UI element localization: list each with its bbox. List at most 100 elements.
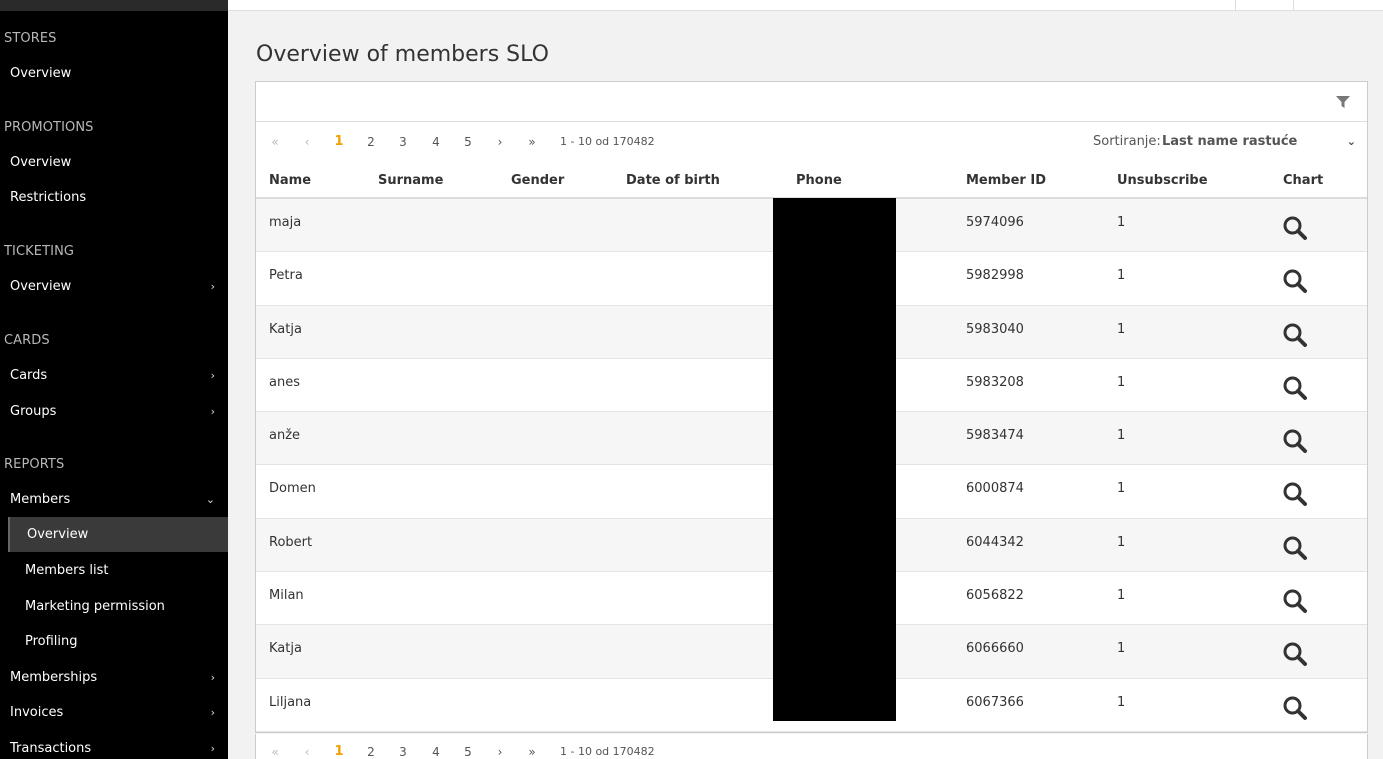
section-heading-cards: CARDS bbox=[4, 333, 50, 348]
pagination-bottom: « ‹ 1 2 3 4 5 › » 1 - 10 od 170482 bbox=[255, 734, 1368, 759]
cell-member-id: 5983040 bbox=[966, 321, 1024, 337]
search-icon[interactable] bbox=[1282, 268, 1308, 294]
sidebar-item-label: Groups bbox=[10, 404, 57, 419]
sidebar-item-stores-overview[interactable]: Overview bbox=[0, 56, 228, 91]
next-page-button[interactable]: › bbox=[490, 122, 510, 162]
last-page-button[interactable]: » bbox=[522, 122, 542, 162]
next-page-button[interactable]: › bbox=[490, 732, 510, 759]
chevron-down-icon: ⌄ bbox=[205, 493, 215, 506]
page-1-button[interactable]: 1 bbox=[329, 122, 349, 162]
sidebar-item-profiling[interactable]: Profiling bbox=[0, 624, 228, 659]
cell-unsubscribe: 1 bbox=[1117, 534, 1126, 550]
sidebar: STORES Overview PROMOTIONS Overview Rest… bbox=[0, 0, 228, 759]
search-icon[interactable] bbox=[1282, 695, 1308, 721]
search-icon[interactable] bbox=[1282, 322, 1308, 348]
sidebar-item-label: Overview bbox=[27, 527, 89, 542]
sidebar-item-memberships[interactable]: Memberships › bbox=[0, 660, 228, 695]
chevron-right-icon: › bbox=[210, 742, 215, 755]
sidebar-item-label: Members bbox=[10, 492, 71, 507]
sidebar-item-members-overview[interactable]: Overview bbox=[8, 517, 228, 552]
sidebar-item-transactions[interactable]: Transactions › bbox=[0, 731, 228, 759]
section-heading-reports: REPORTS bbox=[4, 457, 65, 472]
cell-unsubscribe: 1 bbox=[1117, 268, 1126, 284]
redacted-phone-column bbox=[773, 198, 896, 721]
cell-member-id: 5974096 bbox=[966, 215, 1024, 230]
top-bar bbox=[228, 0, 1383, 11]
sidebar-item-label: Cards bbox=[10, 368, 48, 383]
pagination-info: 1 - 10 od 170482 bbox=[560, 745, 655, 758]
prev-page-button[interactable]: ‹ bbox=[297, 732, 317, 759]
column-header-unsubscribe[interactable]: Unsubscribe bbox=[1117, 162, 1208, 199]
page-5-button[interactable]: 5 bbox=[458, 122, 478, 162]
first-page-button[interactable]: « bbox=[265, 122, 285, 162]
cell-unsubscribe: 1 bbox=[1117, 694, 1126, 710]
sidebar-item-ticketing-overview[interactable]: Overview › bbox=[0, 269, 228, 304]
cell-name: maja bbox=[269, 215, 302, 230]
cell-name: Domen bbox=[269, 481, 316, 497]
cell-member-id: 6056822 bbox=[966, 588, 1024, 604]
search-icon[interactable] bbox=[1282, 375, 1308, 401]
search-icon[interactable] bbox=[1282, 215, 1308, 241]
cell-name: anes bbox=[269, 374, 300, 390]
column-header-phone[interactable]: Phone bbox=[796, 162, 842, 199]
filter-icon[interactable] bbox=[1336, 95, 1350, 109]
page-2-button[interactable]: 2 bbox=[361, 732, 381, 759]
sidebar-item-marketing-permission[interactable]: Marketing permission bbox=[0, 589, 228, 624]
page-4-button[interactable]: 4 bbox=[426, 122, 446, 162]
search-icon[interactable] bbox=[1282, 481, 1308, 507]
page-2-button[interactable]: 2 bbox=[361, 122, 381, 162]
section-heading-ticketing: TICKETING bbox=[4, 244, 75, 259]
page-3-button[interactable]: 3 bbox=[393, 122, 413, 162]
search-icon[interactable] bbox=[1282, 535, 1308, 561]
page-3-button[interactable]: 3 bbox=[393, 732, 413, 759]
first-page-button[interactable]: « bbox=[265, 732, 285, 759]
sidebar-item-cards[interactable]: Cards › bbox=[0, 358, 228, 393]
search-icon[interactable] bbox=[1282, 641, 1308, 667]
cell-member-id: 6000874 bbox=[966, 481, 1024, 497]
cell-member-id: 6044342 bbox=[966, 534, 1024, 550]
column-header-chart: Chart bbox=[1283, 173, 1324, 188]
search-icon[interactable] bbox=[1282, 588, 1308, 614]
column-header-member-id[interactable]: Member ID bbox=[966, 162, 1046, 199]
column-header-name[interactable]: Name bbox=[269, 162, 311, 199]
cell-unsubscribe: 1 bbox=[1117, 641, 1126, 657]
sidebar-item-label: Marketing permission bbox=[25, 599, 165, 614]
search-icon[interactable] bbox=[1282, 428, 1308, 454]
table-header: Name Surname Gender Date of birth Phone … bbox=[256, 162, 1367, 199]
cell-unsubscribe: 1 bbox=[1117, 374, 1126, 390]
chevron-right-icon: › bbox=[210, 671, 215, 684]
cell-unsubscribe: 1 bbox=[1117, 428, 1126, 444]
page-1-button[interactable]: 1 bbox=[329, 732, 349, 759]
chevron-down-icon: ⌄ bbox=[1346, 135, 1356, 148]
top-bar-divider bbox=[1293, 0, 1294, 11]
sidebar-item-promotions-overview[interactable]: Overview bbox=[0, 145, 228, 180]
sidebar-top-strip bbox=[0, 0, 228, 11]
sidebar-item-label: Overview bbox=[10, 66, 72, 81]
page-title: Overview of members SLO bbox=[256, 42, 549, 67]
sort-select[interactable]: Last name rastuće ⌄ bbox=[1162, 122, 1362, 162]
last-page-button[interactable]: » bbox=[522, 732, 542, 759]
sidebar-item-label: Transactions bbox=[10, 741, 92, 756]
section-heading-stores: STORES bbox=[4, 31, 57, 46]
sidebar-item-members[interactable]: Members ⌄ bbox=[0, 482, 228, 517]
chevron-right-icon: › bbox=[210, 280, 215, 293]
sidebar-item-groups[interactable]: Groups › bbox=[0, 394, 228, 429]
sidebar-item-label: Invoices bbox=[10, 705, 64, 720]
section-heading-promotions: PROMOTIONS bbox=[4, 120, 94, 135]
cell-name: Katja bbox=[269, 321, 302, 337]
column-header-surname[interactable]: Surname bbox=[378, 162, 443, 199]
cell-unsubscribe: 1 bbox=[1117, 481, 1126, 497]
sidebar-item-restrictions[interactable]: Restrictions bbox=[0, 180, 228, 215]
column-header-date-of-birth[interactable]: Date of birth bbox=[626, 162, 720, 199]
page-5-button[interactable]: 5 bbox=[458, 732, 478, 759]
sidebar-item-invoices[interactable]: Invoices › bbox=[0, 695, 228, 730]
sidebar-item-members-list[interactable]: Members list bbox=[0, 553, 228, 588]
sidebar-item-label: Overview bbox=[10, 155, 72, 170]
page-4-button[interactable]: 4 bbox=[426, 732, 446, 759]
chevron-right-icon: › bbox=[210, 405, 215, 418]
members-panel: « ‹ 1 2 3 4 5 › » 1 - 10 od 170482 Sorti… bbox=[255, 81, 1368, 733]
chevron-right-icon: › bbox=[210, 706, 215, 719]
panel-header bbox=[256, 82, 1367, 122]
prev-page-button[interactable]: ‹ bbox=[297, 122, 317, 162]
column-header-gender[interactable]: Gender bbox=[511, 162, 564, 199]
